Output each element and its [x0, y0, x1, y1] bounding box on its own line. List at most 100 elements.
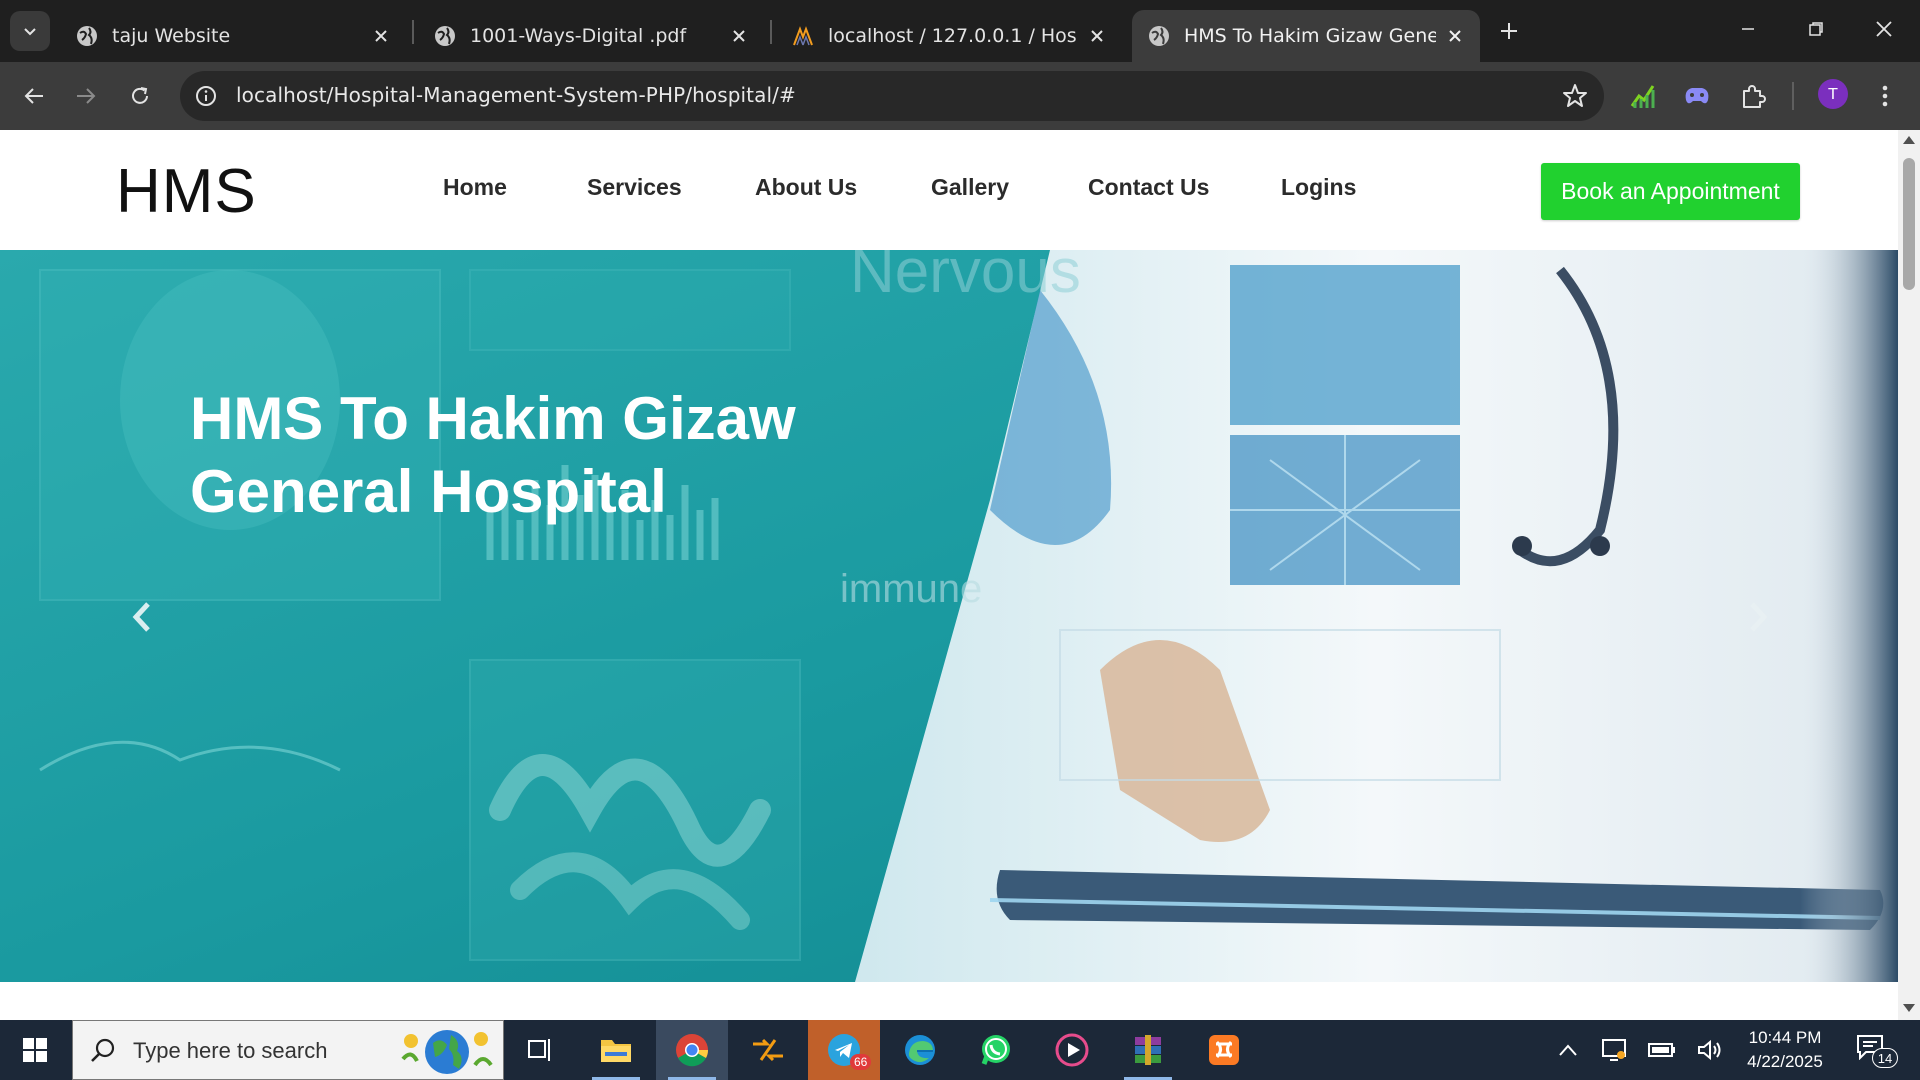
- tray-network-app[interactable]: [1600, 1036, 1628, 1064]
- tab-phpmyadmin[interactable]: localhost / 127.0.0.1 / Hospital-: [776, 10, 1122, 62]
- search-placeholder: Type here to search: [133, 1038, 328, 1063]
- nav-home[interactable]: Home: [443, 174, 507, 201]
- arrow-left-icon: [24, 88, 43, 104]
- extension-gamepad-icon[interactable]: [1680, 79, 1714, 113]
- telegram-unread-badge: 66: [850, 1054, 872, 1070]
- restore-button[interactable]: [1782, 0, 1850, 58]
- hero-title: HMS To Hakim Gizaw General Hospital: [190, 385, 796, 525]
- plus-icon: [1501, 23, 1517, 39]
- forward-button[interactable]: [66, 76, 106, 116]
- search-icon: [91, 1038, 115, 1062]
- tab-title: taju Website: [112, 25, 231, 47]
- close-window-button[interactable]: [1850, 0, 1918, 58]
- clock-date: 4/22/2025: [1747, 1052, 1823, 1071]
- nav-about-us[interactable]: About Us: [755, 174, 857, 201]
- page-scrollbar[interactable]: [1898, 130, 1920, 1020]
- chevron-right-icon: [1750, 602, 1768, 632]
- taskbar-whatsapp[interactable]: [960, 1020, 1032, 1080]
- monitor-icon: [1602, 1039, 1626, 1061]
- site-logo[interactable]: HMS: [116, 156, 257, 227]
- taskbar-search-box[interactable]: Type here to search: [72, 1020, 504, 1080]
- tab-separator: [770, 20, 772, 44]
- minimize-button[interactable]: [1714, 0, 1782, 58]
- tab-search-button[interactable]: [10, 11, 50, 51]
- taskbar-task-view[interactable]: [504, 1020, 576, 1080]
- arrow-right-icon: [77, 88, 96, 104]
- nav-contact-us[interactable]: Contact Us: [1088, 174, 1209, 201]
- carousel-next-button[interactable]: [1736, 595, 1780, 639]
- new-tab-button[interactable]: [1494, 16, 1524, 46]
- nav-gallery[interactable]: Gallery: [931, 174, 1009, 201]
- winrar-icon: [1135, 1035, 1161, 1065]
- hero-carousel: Nervous immune HMS To Hakim Gizaw Genera…: [0, 250, 1898, 982]
- hero-bg-word-nervous: Nervous: [850, 250, 1081, 306]
- profile-avatar[interactable]: T: [1818, 79, 1848, 109]
- taskbar-file-explorer[interactable]: [580, 1020, 652, 1080]
- carousel-prev-button[interactable]: [120, 595, 164, 639]
- phpmyadmin-icon: [793, 26, 813, 46]
- edge-icon: [905, 1035, 935, 1065]
- tray-volume[interactable]: [1696, 1036, 1724, 1064]
- back-button[interactable]: [14, 76, 54, 116]
- tab-pdf[interactable]: 1001-Ways-Digital .pdf: [418, 10, 764, 62]
- extensions-puzzle-icon[interactable]: [1736, 79, 1770, 113]
- notification-center-button[interactable]: 14: [1856, 1034, 1898, 1068]
- battery-icon: [1648, 1043, 1675, 1057]
- hero-bg-word-immune: immune: [840, 567, 982, 611]
- extension-chart-icon[interactable]: [1626, 79, 1660, 113]
- reload-button[interactable]: [120, 76, 160, 116]
- chevron-down-icon: [24, 28, 36, 36]
- close-icon: [1876, 21, 1892, 37]
- scroll-up-arrow-icon[interactable]: [1903, 136, 1915, 144]
- address-bar[interactable]: localhost/Hospital-Management-System-PHP…: [180, 71, 1604, 121]
- play-icon: [1055, 1033, 1089, 1067]
- show-hidden-icons[interactable]: [1554, 1036, 1582, 1064]
- chevron-left-icon: [132, 602, 150, 632]
- reload-icon: [132, 87, 148, 104]
- tab-separator: [412, 20, 414, 44]
- tab-title: 1001-Ways-Digital .pdf: [470, 25, 687, 47]
- taskbar-xampp-tool[interactable]: [732, 1020, 804, 1080]
- scroll-thumb[interactable]: [1903, 158, 1915, 290]
- site-navbar: HMS Home Services About Us Gallery Conta…: [0, 130, 1898, 250]
- taskbar-edge[interactable]: [884, 1020, 956, 1080]
- browser-tab-strip: taju Website 1001-Ways-Digital .pdf loca…: [0, 0, 1920, 62]
- minimize-icon: [1742, 28, 1754, 30]
- tab-hms-active[interactable]: HMS To Hakim Gizaw General H: [1132, 10, 1480, 62]
- tab-title: localhost / 127.0.0.1 / Hospital-: [828, 25, 1078, 47]
- chevron-up-icon: [1559, 1044, 1577, 1056]
- taskbar-media-player[interactable]: [1036, 1020, 1108, 1080]
- clock-time: 10:44 PM: [1748, 1028, 1822, 1047]
- scroll-down-arrow-icon[interactable]: [1903, 1004, 1915, 1012]
- menu-kebab-icon[interactable]: [1868, 79, 1902, 113]
- compare-arrows-icon: [753, 1038, 783, 1062]
- taskbar-chrome[interactable]: [656, 1020, 728, 1080]
- windows-taskbar: Type here to search 66 10:44 PM 4/22/202…: [0, 1020, 1920, 1080]
- close-icon[interactable]: [1444, 25, 1466, 47]
- close-icon[interactable]: [728, 25, 750, 47]
- earth-day-search-highlight-icon: [401, 1030, 493, 1074]
- taskbar-winrar[interactable]: [1112, 1020, 1184, 1080]
- nav-services[interactable]: Services: [587, 174, 682, 201]
- close-icon[interactable]: [370, 25, 392, 47]
- tray-battery[interactable]: [1648, 1036, 1676, 1064]
- whatsapp-icon: [981, 1035, 1010, 1065]
- close-icon[interactable]: [1086, 25, 1108, 47]
- taskbar-telegram[interactable]: 66: [808, 1020, 880, 1080]
- tab-title: HMS To Hakim Gizaw General H: [1184, 25, 1436, 47]
- page-section-below-hero: [0, 982, 1898, 1020]
- page-viewport: HMS Home Services About Us Gallery Conta…: [0, 130, 1898, 1020]
- start-button[interactable]: [0, 1020, 70, 1080]
- bookmark-star-icon[interactable]: [1562, 83, 1588, 109]
- toolbar-divider: [1792, 82, 1794, 110]
- book-appointment-button[interactable]: Book an Appointment: [1541, 163, 1800, 220]
- taskbar-xampp[interactable]: [1188, 1020, 1260, 1080]
- xampp-icon: [1209, 1035, 1239, 1065]
- url-text[interactable]: localhost/Hospital-Management-System-PHP…: [236, 83, 796, 107]
- browser-toolbar: localhost/Hospital-Management-System-PHP…: [0, 62, 1920, 130]
- tab-taju-website[interactable]: taju Website: [60, 10, 406, 62]
- hero-background-image: Nervous immune: [0, 250, 1898, 982]
- nav-logins[interactable]: Logins: [1281, 174, 1356, 201]
- taskbar-clock[interactable]: 10:44 PM 4/22/2025: [1730, 1026, 1840, 1074]
- info-icon[interactable]: [194, 84, 218, 108]
